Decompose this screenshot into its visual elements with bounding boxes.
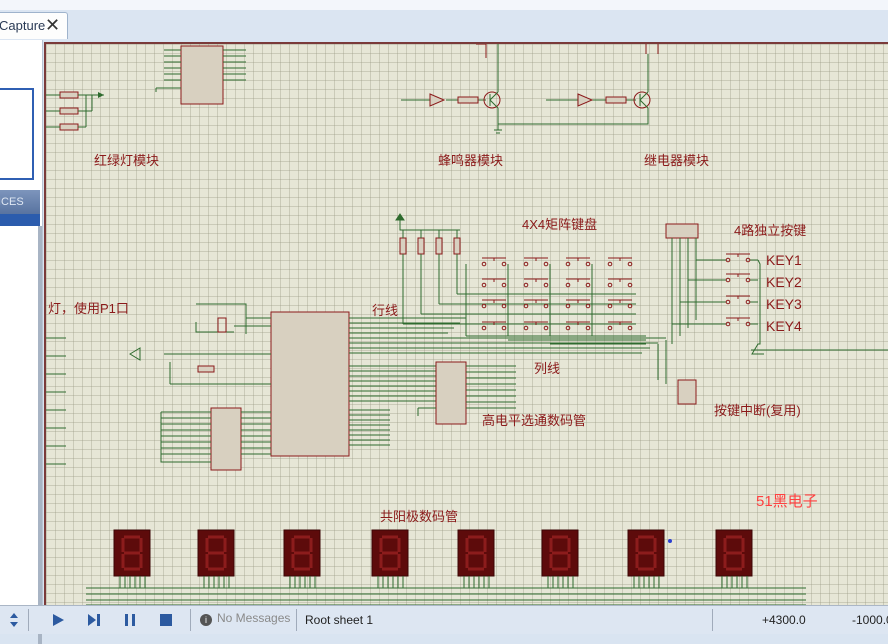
divider [190, 609, 191, 631]
divider [28, 609, 29, 631]
pause-icon[interactable] [122, 612, 138, 628]
coord-y: -1000.0 [852, 613, 888, 627]
stop-icon[interactable] [158, 612, 174, 628]
label-keypad: 4X4矩阵键盘 [522, 217, 598, 232]
status-bar: i No Messages Root sheet 1 +4300.0 -1000.… [0, 605, 888, 634]
label-key1: KEY1 [766, 252, 802, 268]
label-key2: KEY2 [766, 274, 802, 290]
sheet-indicator: Root sheet 1 [305, 613, 374, 627]
messages-text: No Messages [217, 611, 291, 625]
label-buzzer: 蜂鸣器模块 [438, 153, 504, 168]
label-key3: KEY3 [766, 296, 802, 312]
label-common-anode: 共阳极数码管 [380, 509, 459, 524]
label-traffic-light: 红绿灯模块 [94, 153, 160, 168]
close-icon[interactable]: ✕ [45, 15, 60, 35]
traffic-ic [155, 45, 246, 105]
tab-schematic-capture[interactable]: Capture ✕ [0, 12, 68, 39]
label-hi-level-select: 高电平选通数码管 [482, 413, 587, 428]
play-icon[interactable] [50, 612, 66, 628]
label-p1-usage: 灯，使用P1口 [48, 301, 129, 316]
traffic-resistors [46, 91, 104, 131]
p1-wires [46, 337, 66, 465]
scroll-arrows-icon[interactable] [6, 612, 22, 628]
display-bus [86, 587, 806, 606]
label-col-lines: 列线 [534, 361, 561, 376]
tab-label: Capture [0, 18, 46, 33]
label-independent-keys: 4路独立按键 [734, 223, 807, 238]
pullup-resistors [395, 213, 461, 324]
divider [712, 609, 713, 631]
independent-keys-circuit [657, 223, 764, 405]
relay-circuit [498, 44, 659, 125]
brand-watermark: 51黑电子 [756, 493, 818, 510]
latch-u3 [160, 407, 271, 471]
devices-scrollbar[interactable] [38, 226, 42, 644]
devices-selected-item[interactable] [0, 214, 40, 226]
independent-key-switches [725, 253, 751, 327]
label-key4: KEY4 [766, 318, 802, 334]
label-relay: 继电器模块 [644, 153, 710, 168]
left-panel: ICES [0, 40, 43, 644]
overview-preview[interactable] [0, 88, 34, 180]
schematic-canvas[interactable]: 红绿灯模块 蜂鸣器模块 继电器模块 4X4矩阵键盘 4路独立按键 行线 列线 灯… [44, 42, 888, 607]
label-row-lines: 行线 [372, 303, 399, 318]
step-icon[interactable] [86, 612, 102, 628]
mcu-u1 [129, 303, 666, 457]
messages-status[interactable]: i No Messages [200, 611, 290, 626]
tab-bar: Capture ✕ [0, 10, 888, 40]
divider [296, 609, 297, 631]
buzzer-circuit [401, 44, 502, 134]
coord-x: +4300.0 [762, 613, 806, 627]
devices-header[interactable]: ICES [0, 190, 40, 214]
seven-seg-row [112, 528, 754, 590]
label-key-interrupt: 按键中断(复用) [714, 403, 801, 418]
info-icon: i [200, 614, 212, 626]
